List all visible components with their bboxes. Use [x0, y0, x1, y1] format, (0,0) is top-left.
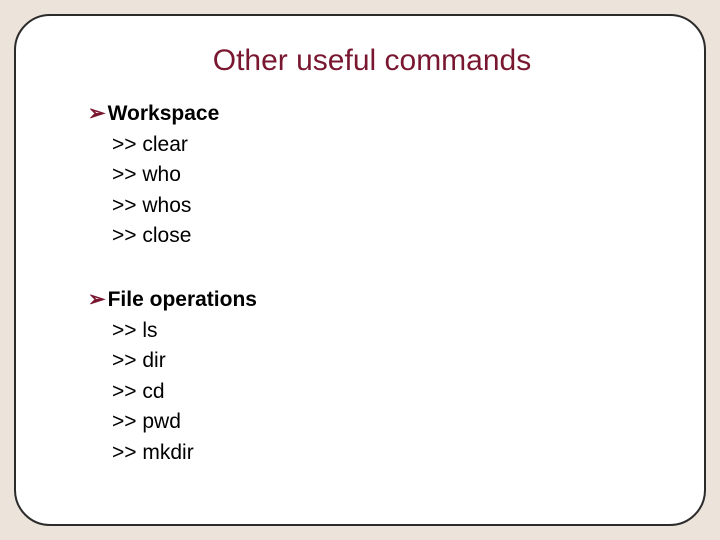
command-text: mkdir	[142, 441, 193, 464]
command-text: cd	[142, 380, 164, 403]
prompt: >>	[112, 319, 137, 342]
prompt: >>	[112, 441, 137, 464]
command-text: dir	[142, 349, 165, 372]
section-workspace: ➢ Workspace >> clear >> who >> whos >> c…	[88, 102, 656, 252]
command-text: ls	[142, 319, 157, 342]
command-line: >> close	[88, 221, 656, 251]
bullet-arrow-icon: ➢	[88, 103, 106, 124]
slide-card: Other useful commands ➢ Workspace >> cle…	[14, 14, 706, 526]
command-text: close	[142, 224, 191, 247]
command-text: clear	[142, 133, 188, 156]
command-line: >> mkdir	[88, 438, 656, 468]
command-text: who	[142, 163, 181, 186]
prompt: >>	[112, 224, 137, 247]
section-header: ➢ File operations	[88, 288, 656, 312]
command-text: whos	[142, 194, 191, 217]
prompt: >>	[112, 133, 137, 156]
prompt: >>	[112, 163, 137, 186]
command-line: >> ls	[88, 316, 656, 346]
prompt: >>	[112, 349, 137, 372]
slide-container: Other useful commands ➢ Workspace >> cle…	[0, 0, 720, 540]
command-line: >> pwd	[88, 407, 656, 437]
command-text: pwd	[142, 410, 181, 433]
prompt: >>	[112, 410, 137, 433]
command-line: >> dir	[88, 346, 656, 376]
bullet-arrow-icon: ➢	[88, 289, 106, 310]
command-line: >> who	[88, 160, 656, 190]
prompt: >>	[112, 194, 137, 217]
command-line: >> cd	[88, 377, 656, 407]
command-line: >> whos	[88, 191, 656, 221]
section-header-text: Workspace	[108, 102, 220, 126]
prompt: >>	[112, 380, 137, 403]
section-file-operations: ➢ File operations >> ls >> dir >> cd >> …	[88, 288, 656, 468]
slide-title: Other useful commands	[88, 44, 656, 78]
section-header-text: File operations	[108, 288, 257, 312]
command-line: >> clear	[88, 130, 656, 160]
section-header: ➢ Workspace	[88, 102, 656, 126]
